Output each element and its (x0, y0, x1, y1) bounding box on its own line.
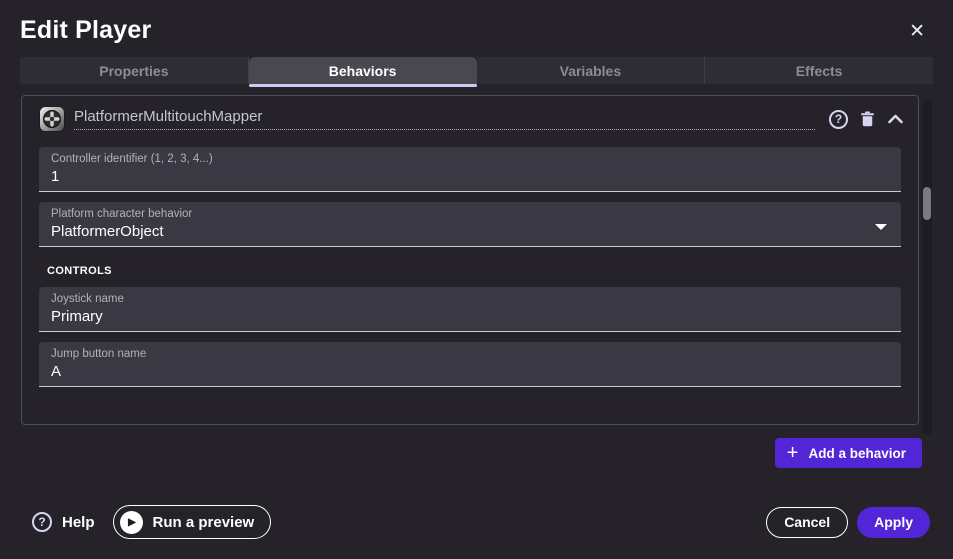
field-value: A (51, 363, 889, 380)
behavior-header: PlatformerMultitouchMapper ? (22, 96, 918, 132)
tab-variables[interactable]: Variables (477, 57, 706, 84)
add-behavior-button[interactable]: + Add a behavior (775, 438, 922, 468)
add-behavior-row: + Add a behavior (0, 438, 922, 468)
scrollbar-track[interactable] (922, 99, 932, 435)
trash-icon (858, 109, 877, 129)
chevron-up-icon (887, 113, 904, 125)
play-icon: ▶ (120, 511, 143, 534)
behaviors-panel: PlatformerMultitouchMapper ? Controller … (21, 95, 919, 425)
run-preview-label: Run a preview (153, 514, 255, 531)
page-title: Edit Player (20, 16, 151, 45)
platform-character-behavior-select[interactable]: Platform character behavior PlatformerOb… (39, 202, 901, 247)
jump-button-name-field[interactable]: Jump button name A (39, 342, 901, 387)
multitouch-gamepad-icon (39, 106, 65, 132)
close-icon[interactable]: ✕ (905, 18, 929, 45)
controller-identifier-field[interactable]: Controller identifier (1, 2, 3, 4...) 1 (39, 147, 901, 192)
tab-effects[interactable]: Effects (705, 57, 933, 84)
apply-button[interactable]: Apply (857, 507, 930, 538)
cancel-button[interactable]: Cancel (766, 507, 848, 538)
dialog-header: Edit Player ✕ (0, 0, 953, 45)
field-label: Joystick name (51, 293, 889, 305)
field-label: Platform character behavior (51, 208, 889, 220)
help-button[interactable]: ? Help (32, 512, 95, 532)
tab-behaviors[interactable]: Behaviors (249, 57, 477, 84)
field-value: PlatformerObject (51, 223, 889, 240)
tab-bar: Properties Behaviors Variables Effects (20, 57, 933, 84)
chevron-down-icon (875, 224, 887, 230)
field-label: Controller identifier (1, 2, 3, 4...) (51, 153, 889, 165)
scrollbar-thumb[interactable] (923, 187, 931, 220)
help-icon: ? (32, 512, 52, 532)
field-value: Primary (51, 308, 889, 325)
controls-section-header: CONTROLS (47, 265, 901, 277)
field-value: 1 (51, 168, 889, 185)
delete-behavior-button[interactable] (858, 109, 877, 129)
behavior-help-icon[interactable]: ? (829, 110, 848, 129)
add-behavior-label: Add a behavior (808, 446, 906, 461)
run-preview-button[interactable]: ▶ Run a preview (113, 505, 272, 539)
field-label: Jump button name (51, 348, 889, 360)
help-label: Help (62, 514, 95, 531)
dialog-footer: ? Help ▶ Run a preview Cancel Apply (32, 505, 930, 539)
behavior-name-field[interactable]: PlatformerMultitouchMapper (74, 108, 815, 130)
tab-properties[interactable]: Properties (20, 57, 249, 84)
collapse-behavior-button[interactable] (887, 113, 904, 125)
joystick-name-field[interactable]: Joystick name Primary (39, 287, 901, 332)
